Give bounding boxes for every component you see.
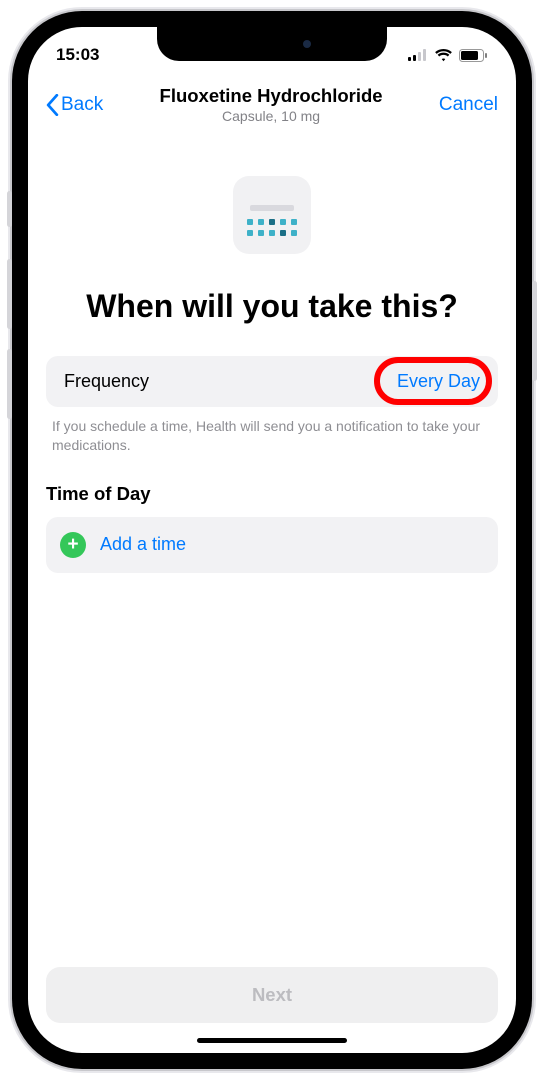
nav-title-block: Fluoxetine Hydrochloride Capsule, 10 mg: [103, 85, 439, 124]
schedule-illustration: [46, 132, 498, 288]
home-indicator[interactable]: [197, 1038, 347, 1043]
page-subtitle: Capsule, 10 mg: [103, 108, 439, 124]
frequency-label: Frequency: [64, 371, 149, 392]
next-button[interactable]: Next: [46, 967, 498, 1023]
wifi-icon: [434, 49, 453, 62]
back-label: Back: [61, 94, 103, 116]
question-heading: When will you take this?: [46, 288, 498, 356]
cancel-button[interactable]: Cancel: [439, 94, 498, 116]
add-time-label: Add a time: [100, 534, 186, 555]
helper-text: If you schedule a time, Health will send…: [46, 407, 498, 455]
back-button[interactable]: Back: [46, 94, 103, 116]
frequency-row[interactable]: Frequency Every Day: [46, 356, 498, 407]
cellular-icon: [408, 49, 428, 61]
plus-icon: +: [60, 532, 86, 558]
page-title: Fluoxetine Hydrochloride: [103, 85, 439, 107]
frequency-value: Every Day: [397, 371, 480, 392]
status-indicators: [408, 49, 488, 62]
battery-icon: [459, 49, 488, 62]
time-of-day-heading: Time of Day: [46, 455, 498, 517]
add-time-button[interactable]: + Add a time: [46, 517, 498, 573]
chevron-left-icon: [46, 94, 59, 116]
status-time: 15:03: [56, 45, 99, 65]
